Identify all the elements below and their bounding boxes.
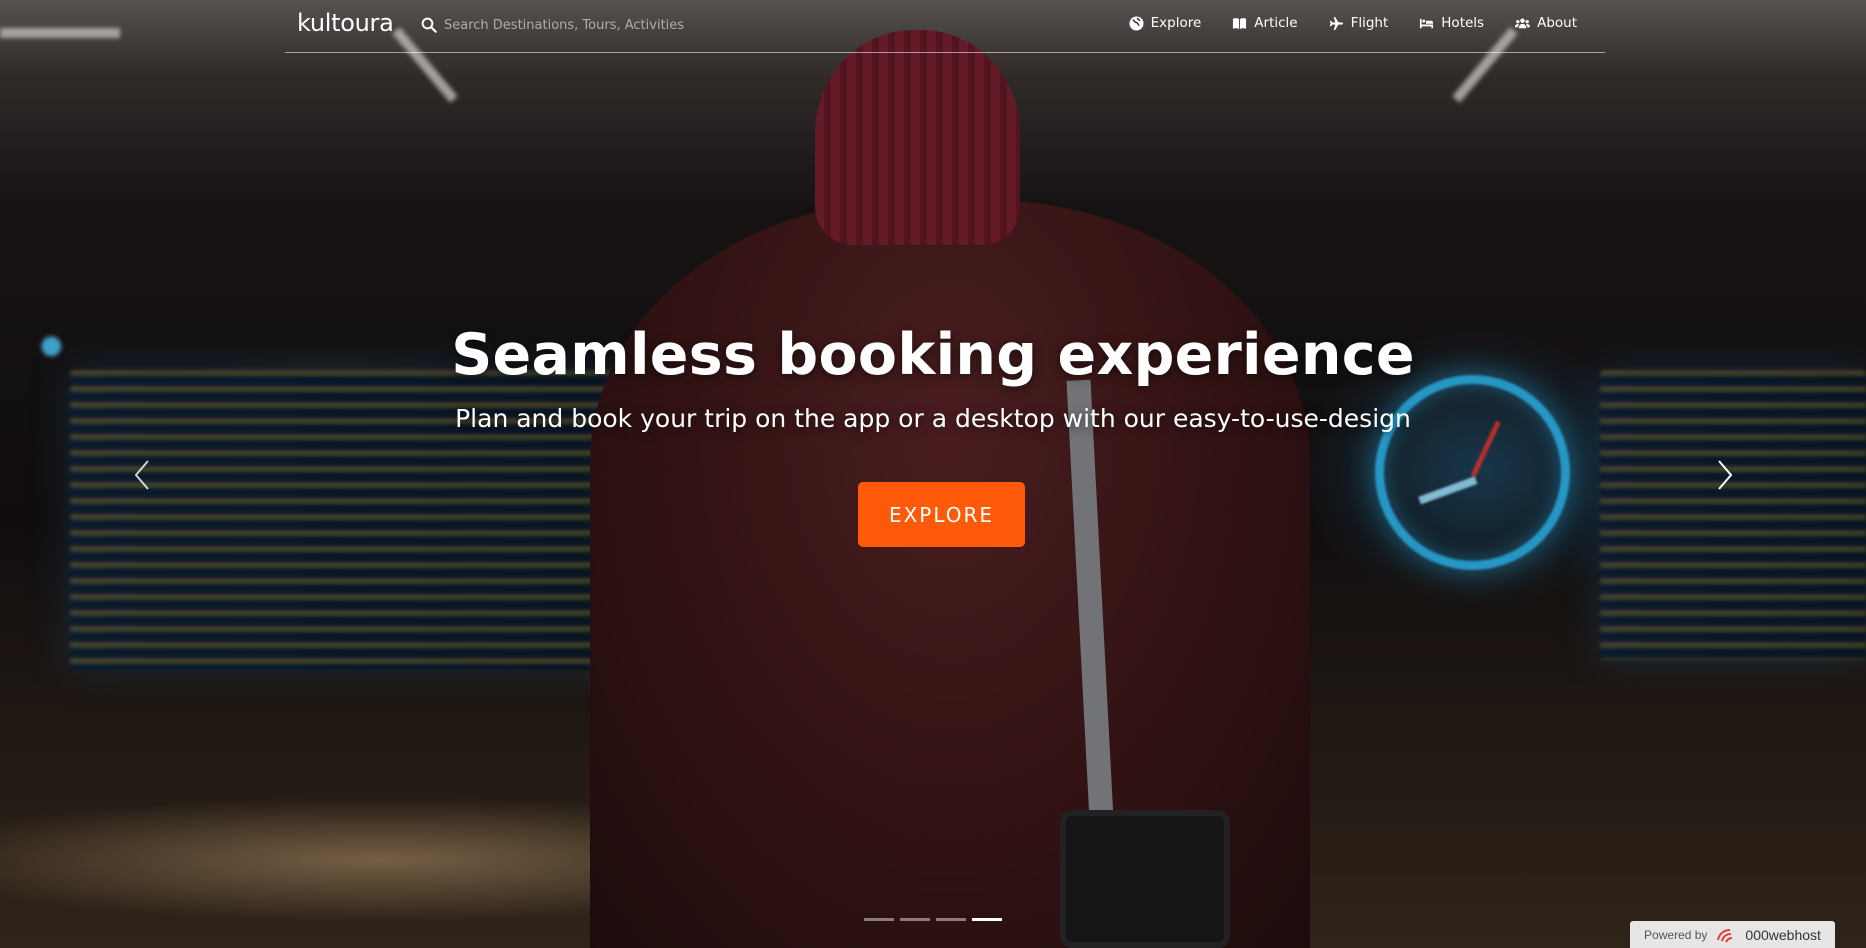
book-icon — [1233, 17, 1247, 29]
nav-label: Explore — [1150, 15, 1202, 31]
search-bar — [420, 13, 720, 37]
users-icon — [1515, 17, 1531, 28]
nav-label: Flight — [1350, 15, 1389, 31]
search-icon[interactable] — [420, 16, 438, 34]
top-navbar: kultoura Explore Article Flight — [285, 0, 1605, 53]
search-input[interactable] — [444, 17, 704, 33]
main-nav: Explore Article Flight Hotels About — [1129, 15, 1577, 31]
nav-item-explore[interactable]: Explore — [1129, 15, 1202, 31]
nav-label: Hotels — [1441, 15, 1485, 31]
nav-label: About — [1537, 15, 1577, 31]
carousel-prev-button[interactable] — [122, 452, 162, 498]
nav-item-about[interactable]: About — [1515, 15, 1577, 31]
bed-icon — [1420, 18, 1434, 28]
hero-background-image: ● — [0, 0, 1866, 948]
globe-icon — [1129, 15, 1144, 31]
brand-logo[interactable]: kultoura — [297, 9, 394, 37]
powered-by-brand: 000webhost — [1745, 926, 1821, 943]
chevron-right-icon — [1718, 460, 1733, 490]
overlay — [0, 0, 1866, 948]
nav-item-hotels[interactable]: Hotels — [1419, 15, 1484, 31]
chevron-left-icon — [134, 460, 149, 490]
carousel-indicator-4[interactable] — [972, 918, 1002, 921]
nav-item-flight[interactable]: Flight — [1329, 15, 1389, 31]
nav-item-article[interactable]: Article — [1232, 15, 1298, 31]
powered-by-label: Powered by — [1644, 927, 1708, 942]
nav-label: Article — [1254, 15, 1298, 31]
plane-icon — [1329, 16, 1343, 30]
powered-by-badge[interactable]: Powered by 000webhost — [1630, 921, 1835, 948]
hero-caption: Seamless booking experience Plan and boo… — [0, 320, 1866, 434]
hero-subtitle: Plan and book your trip on the app or a … — [455, 404, 1411, 433]
explore-button[interactable]: EXPLORE — [858, 482, 1025, 547]
carousel-indicators — [864, 918, 1002, 921]
webhost-logo-icon — [1717, 928, 1733, 942]
carousel-indicator-3[interactable] — [936, 918, 966, 921]
carousel-indicator-1[interactable] — [864, 918, 894, 921]
hero-title: Seamless booking experience — [451, 322, 1415, 388]
carousel-next-button[interactable] — [1705, 452, 1745, 498]
carousel-indicator-2[interactable] — [900, 918, 930, 921]
